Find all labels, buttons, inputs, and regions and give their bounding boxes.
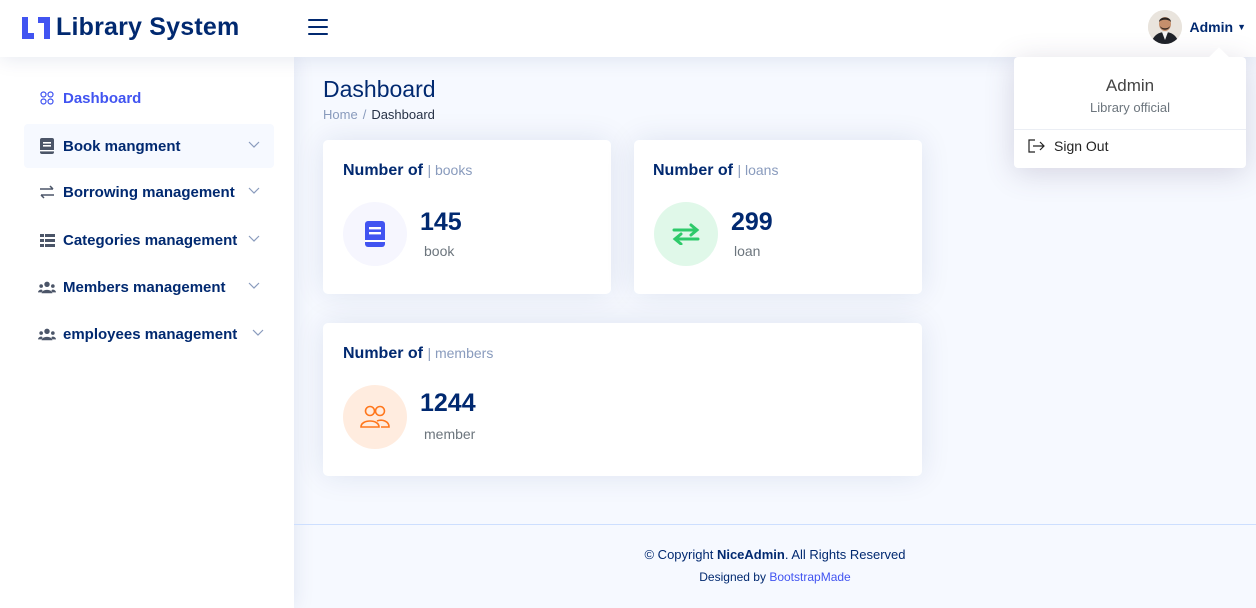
profile-name: Admin: [1189, 19, 1234, 35]
logo-text: Library System: [56, 13, 240, 41]
copyright-text: © Copyright: [644, 547, 714, 562]
books-unit: book: [424, 243, 455, 259]
members-card: Number of | members 1244 member: [323, 323, 922, 476]
people-icon: [38, 325, 56, 343]
profile-menu[interactable]: Admin ▼: [1147, 10, 1246, 44]
breadcrumb-current: Dashboard: [371, 107, 435, 122]
grid-icon: [38, 89, 56, 107]
profile-dropdown: Admin Library official Sign Out: [1014, 47, 1246, 168]
footer-credits: Designed by BootstrapMade: [294, 570, 1256, 584]
chevron-down-icon: [248, 187, 260, 194]
sidebar-item-label: employees management: [63, 325, 238, 343]
members-unit: member: [424, 426, 476, 442]
sidebar-item-employees-management[interactable]: employees management: [24, 312, 274, 356]
designed-by-text: Designed by: [699, 570, 766, 584]
sidebar-item-members-management[interactable]: Members management: [24, 265, 274, 309]
chevron-down-icon: [248, 282, 260, 289]
sidebar-item-label: Borrowing management: [63, 183, 235, 201]
sign-out-button[interactable]: Sign Out: [1028, 138, 1108, 154]
loans-count: 299: [731, 208, 773, 236]
people-icon: [343, 385, 407, 449]
breadcrumb-home[interactable]: Home: [323, 107, 358, 122]
members-count: 1244: [420, 389, 476, 417]
designer-link[interactable]: BootstrapMade: [769, 570, 850, 584]
sidebar-item-label: Members management: [63, 278, 226, 296]
loans-unit: loan: [734, 243, 761, 259]
sidebar-item-label: Book mangment: [63, 137, 181, 155]
sidebar-item-label: Dashboard: [63, 89, 142, 107]
list-icon: [38, 231, 56, 249]
card-subtitle: | members: [427, 345, 494, 361]
card-title-text: Number of: [343, 345, 423, 362]
sidebar-item-categories-management[interactable]: Categories management: [24, 218, 274, 262]
books-card: Number of | books 145 book: [323, 140, 611, 294]
breadcrumb: Home / Dashboard: [323, 107, 435, 122]
avatar: [1147, 10, 1182, 44]
card-title: Number of | loans: [653, 162, 778, 180]
breadcrumb-separator: /: [362, 107, 367, 122]
card-title: Number of | books: [343, 162, 472, 180]
chevron-down-icon: ▼: [1237, 22, 1246, 32]
sidebar: Dashboard Book mangment Borrowing manage…: [0, 57, 294, 608]
book-icon: [343, 202, 407, 266]
arrows-swap-icon: [38, 183, 56, 201]
chevron-down-icon: [248, 235, 260, 242]
book-icon: [38, 137, 56, 155]
card-subtitle: | books: [427, 162, 473, 178]
logo[interactable]: Library System: [22, 13, 239, 42]
logo-icon: [22, 15, 50, 41]
card-subtitle: | loans: [737, 162, 779, 178]
sign-out-label: Sign Out: [1054, 138, 1109, 154]
chevron-down-icon: [252, 329, 264, 336]
arrows-swap-icon: [654, 202, 718, 266]
page-title: Dashboard: [323, 76, 436, 102]
top-header: Library System Admin ▼: [0, 0, 1256, 57]
footer-copyright: © Copyright NiceAdmin. All Rights Reserv…: [294, 547, 1256, 562]
footer-divider: [294, 524, 1256, 525]
sidebar-item-dashboard[interactable]: Dashboard: [24, 76, 274, 120]
card-title-text: Number of: [653, 162, 733, 179]
books-count: 145: [420, 208, 462, 236]
card-title-text: Number of: [343, 162, 423, 179]
sign-out-icon: [1028, 139, 1045, 153]
sidebar-toggle-icon[interactable]: [308, 18, 328, 36]
card-title: Number of | members: [343, 345, 493, 363]
loans-card: Number of | loans 299 loan: [634, 140, 922, 294]
sidebar-item-label: Categories management: [63, 231, 238, 249]
footer-rights: . All Rights Reserved: [784, 547, 906, 562]
sidebar-item-book-management[interactable]: Book mangment: [24, 124, 274, 168]
sidebar-item-borrowing-management[interactable]: Borrowing management: [24, 170, 274, 214]
people-icon: [38, 278, 56, 296]
chevron-down-icon: [248, 141, 260, 148]
footer-brand: NiceAdmin: [716, 547, 785, 562]
dropdown-user-role: Library official: [1090, 100, 1170, 115]
dropdown-user-name: Admin: [1105, 76, 1155, 95]
dropdown-divider: [1014, 129, 1246, 130]
